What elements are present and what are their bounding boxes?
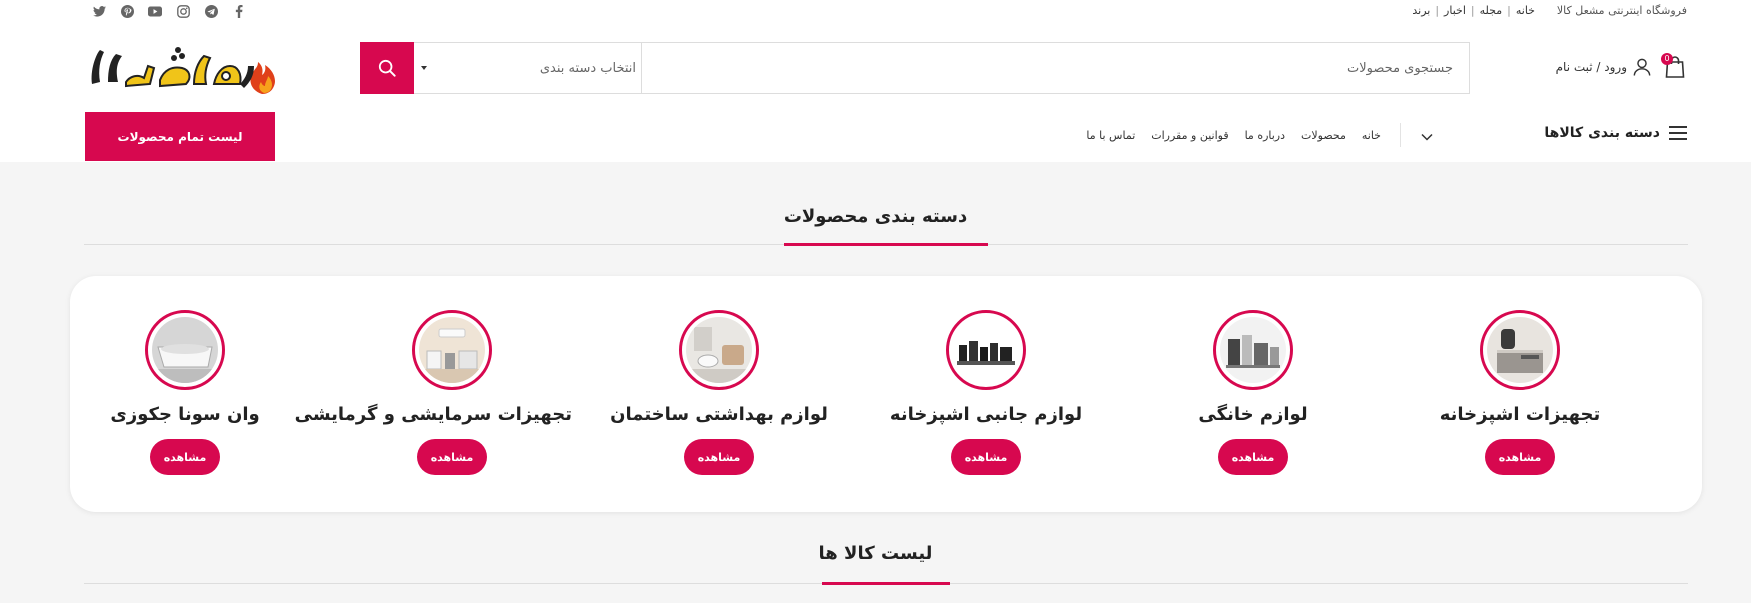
social-links (92, 4, 246, 18)
categories-section-title: دسته بندی محصولات (783, 206, 968, 227)
nav-link-home[interactable]: خانه (1362, 129, 1381, 142)
categories-menu-toggle[interactable]: دسته بندی کالاها (1544, 125, 1687, 141)
twitter-icon[interactable] (92, 4, 106, 18)
category-name[interactable]: تجهیزات اشپزخانه (1400, 404, 1640, 425)
nav-link-contact[interactable]: تماس با ما (1086, 129, 1135, 142)
category-image[interactable] (412, 310, 492, 390)
category-name[interactable]: لوازم جانبی اشپزخانه (866, 404, 1106, 425)
home-appliances-image (1220, 317, 1286, 383)
all-products-button[interactable]: لیست تمام محصولات (85, 112, 275, 161)
site-logo[interactable] (86, 36, 288, 96)
login-register-link[interactable]: ورود / ثبت نام (1556, 58, 1651, 76)
category-item[interactable]: لوازم بهداشتی ساختمان مشاهده (599, 310, 839, 475)
category-item[interactable]: لوازم خانگی مشاهده (1133, 310, 1373, 475)
category-item[interactable]: تجهیزات سرمایشی و گرمایشی مشاهده (295, 310, 572, 475)
categories-title-accent (784, 243, 988, 246)
category-image[interactable] (679, 310, 759, 390)
main-nav: خانه محصولات درباره ما قوانین و مقررات ت… (1086, 129, 1381, 142)
products-title-accent (822, 582, 950, 585)
chevron-down-icon[interactable] (1421, 127, 1433, 146)
hamburger-icon (1669, 126, 1687, 140)
category-item[interactable]: لوازم جانبی اشپزخانه مشاهده (866, 310, 1106, 475)
nav-link-rules[interactable]: قوانین و مقررات (1151, 129, 1228, 142)
heating-cooling-image (419, 317, 485, 383)
category-select[interactable]: انتخاب دسته بندی (415, 43, 642, 93)
top-bar: فروشگاه اینترنتی مشعل کالا خانه | مجله | ا… (0, 0, 1751, 22)
view-button[interactable]: مشاهده (417, 439, 487, 475)
top-links: خانه | مجله | اخبار | برند (1412, 4, 1535, 17)
top-link-news[interactable]: اخبار (1444, 4, 1466, 17)
kitchen-accessories-image (953, 317, 1019, 383)
products-section-header: لیست کالا ها (0, 543, 1751, 564)
site-header: فروشگاه اینترنتی مشعل کالا خانه | مجله | ا… (0, 0, 1751, 162)
caret-down-icon (421, 66, 427, 70)
user-icon (1633, 58, 1651, 76)
nav-link-about[interactable]: درباره ما (1245, 129, 1285, 142)
view-button[interactable]: مشاهده (951, 439, 1021, 475)
shop-name: فروشگاه اینترنتی مشعل کالا (1556, 4, 1687, 17)
category-image[interactable] (946, 310, 1026, 390)
cart-count-badge: 0 (1661, 53, 1673, 65)
youtube-icon[interactable] (148, 4, 162, 18)
kitchen-equipment-image (1487, 317, 1553, 383)
search-form: انتخاب دسته بندی (360, 42, 1470, 94)
category-item[interactable]: تجهیزات اشپزخانه مشاهده (1400, 310, 1640, 475)
top-link-magazine[interactable]: مجله (1480, 4, 1503, 17)
view-button[interactable]: مشاهده (150, 439, 220, 475)
nav-link-products[interactable]: محصولات (1301, 129, 1346, 142)
category-name[interactable]: تجهیزات سرمایشی و گرمایشی (295, 404, 572, 425)
facebook-icon[interactable] (232, 4, 246, 18)
category-item[interactable]: وان سونا جکوزی مشاهده (65, 310, 305, 475)
bathtub-jacuzzi-image (152, 317, 218, 383)
category-image[interactable] (145, 310, 225, 390)
nav-divider (1400, 123, 1401, 147)
categories-section-header: دسته بندی محصولات (0, 206, 1751, 227)
pinterest-icon[interactable] (120, 4, 134, 18)
view-button[interactable]: مشاهده (684, 439, 754, 475)
category-select-value: انتخاب دسته بندی (539, 60, 636, 76)
search-input[interactable] (639, 43, 1469, 93)
sanitary-ware-image (686, 317, 752, 383)
category-name[interactable]: لوازم خانگی (1133, 404, 1373, 425)
categories-card: تجهیزات اشپزخانه مشاهده لوازم خانگی مشاه… (70, 276, 1702, 512)
instagram-icon[interactable] (176, 4, 190, 18)
search-button[interactable] (360, 42, 414, 94)
cart-button[interactable]: 0 (1661, 53, 1687, 80)
top-link-brand[interactable]: برند (1412, 4, 1430, 17)
view-button[interactable]: مشاهده (1218, 439, 1288, 475)
search-icon (378, 59, 396, 77)
view-button[interactable]: مشاهده (1485, 439, 1555, 475)
telegram-icon[interactable] (204, 4, 218, 18)
category-image[interactable] (1480, 310, 1560, 390)
category-image[interactable] (1213, 310, 1293, 390)
top-link-home[interactable]: خانه (1516, 4, 1535, 17)
login-label: ورود / ثبت نام (1555, 60, 1627, 74)
products-section-title: لیست کالا ها (818, 543, 933, 564)
category-name[interactable]: لوازم بهداشتی ساختمان (599, 404, 839, 425)
categories-menu-label: دسته بندی کالاها (1544, 125, 1660, 141)
category-name[interactable]: وان سونا جکوزی (65, 404, 305, 425)
